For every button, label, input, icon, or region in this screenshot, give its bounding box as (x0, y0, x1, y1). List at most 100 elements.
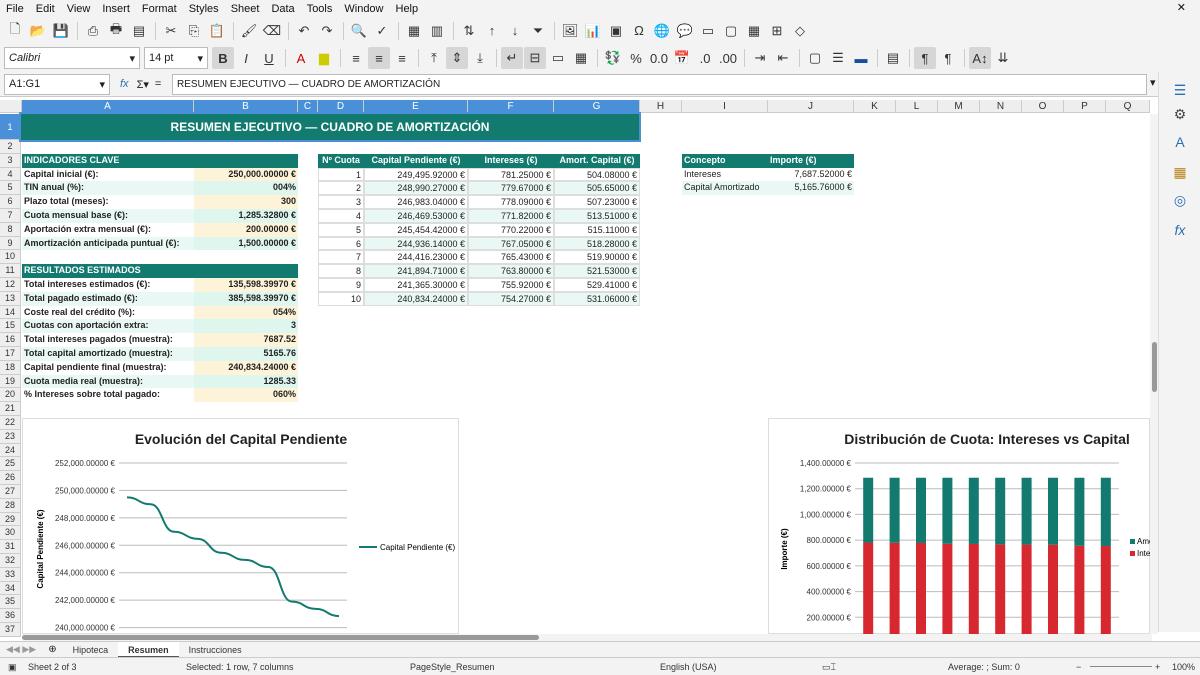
menu-view[interactable]: View (61, 3, 97, 15)
concepto-value[interactable]: 7,687.52000 € (768, 168, 854, 182)
sort-ascending-icon[interactable]: ↑ (481, 20, 503, 42)
save-icon[interactable]: 💾 (50, 20, 72, 42)
properties-icon[interactable]: ⚙ (1171, 106, 1189, 124)
resultado-value[interactable]: 054% (194, 305, 298, 320)
percent-format-icon[interactable]: % (625, 47, 647, 69)
bar-chart[interactable]: Distribución de Cuota: Intereses vs Capi… (768, 418, 1154, 649)
conceptos-column-header[interactable]: Importe (€) (768, 153, 854, 168)
row-header-33[interactable]: 33 (0, 567, 21, 582)
menu-edit[interactable]: Edit (30, 3, 61, 15)
print-preview-icon[interactable]: ▤ (128, 20, 150, 42)
currency-format-icon[interactable]: 💱 (602, 47, 624, 69)
indicador-label[interactable]: Amortización anticipada puntual (€): (22, 236, 194, 251)
row-header-28[interactable]: 28 (0, 498, 21, 513)
cuotas-cell[interactable]: 755.92000 € (468, 278, 554, 292)
row-header-36[interactable]: 36 (0, 609, 21, 623)
sort-icon[interactable]: ⇅ (458, 20, 480, 42)
styles-icon[interactable]: A (1171, 134, 1189, 152)
right-to-left-icon[interactable]: ¶ (937, 47, 959, 69)
resultado-value[interactable]: 240,834.24000 € (194, 360, 298, 375)
font-size-select[interactable]: 14 pt ▾ (144, 47, 208, 69)
row-header-14[interactable]: 14 (0, 305, 21, 320)
menu-tools[interactable]: Tools (301, 3, 339, 15)
close-icon[interactable]: ✕ (1171, 1, 1192, 14)
row-header-20[interactable]: 20 (0, 388, 21, 403)
row-header-35[interactable]: 35 (0, 595, 21, 610)
wrap-text-icon[interactable]: ↵ (501, 47, 523, 69)
row-header-15[interactable]: 15 (0, 319, 21, 334)
resultado-value[interactable]: 1285.33 (194, 374, 298, 389)
resultado-value[interactable]: 7687.52 (194, 333, 298, 347)
row-header-11[interactable]: 11 (0, 264, 21, 278)
resultado-value[interactable]: 5165.76 (194, 347, 298, 361)
column-header-a[interactable]: A (22, 100, 194, 113)
conceptos-column-header[interactable]: Concepto (682, 153, 768, 168)
cuotas-cell[interactable]: 241,894.71000 € (364, 264, 468, 278)
cuotas-cell[interactable]: 765.43000 € (468, 250, 554, 265)
row-header-9[interactable]: 9 (0, 236, 21, 251)
indicador-value[interactable]: 300 (194, 195, 298, 209)
row-header-12[interactable]: 12 (0, 278, 21, 292)
cuotas-cell[interactable]: 513.51000 € (554, 209, 640, 223)
expand-formula-icon[interactable]: ▾ (1150, 76, 1156, 89)
open-icon[interactable]: 📂 (27, 20, 49, 42)
indicador-label[interactable]: Capital inicial (€): (22, 167, 194, 182)
cuotas-cell[interactable]: 781.25000 € (468, 167, 554, 182)
column-header-i[interactable]: I (682, 100, 768, 113)
row-header-19[interactable]: 19 (0, 374, 21, 389)
cuotas-cell[interactable]: 245,454.42000 € (364, 222, 468, 237)
delete-decimal-icon[interactable]: .00 (717, 47, 739, 69)
gallery-icon[interactable]: ▦ (1171, 164, 1189, 182)
row-header-10[interactable]: 10 (0, 250, 21, 265)
resultado-label[interactable]: Cuota media real (muestra): (22, 374, 194, 389)
new-icon[interactable]: 🗋 (4, 20, 26, 42)
resultado-label[interactable]: Total pagado estimado (€): (22, 291, 194, 306)
row-header-34[interactable]: 34 (0, 581, 21, 596)
print-icon[interactable]: 🖶 (105, 20, 127, 42)
menu-help[interactable]: Help (390, 3, 425, 15)
cuotas-cell[interactable]: 779.67000 € (468, 181, 554, 196)
indicador-value[interactable]: 1,285.32800 € (194, 209, 298, 223)
cuotas-cell[interactable]: 505.65000 € (554, 181, 640, 196)
column-header-m[interactable]: M (938, 100, 980, 113)
align-center-icon[interactable]: ≡ (368, 47, 390, 69)
insert-image-icon[interactable]: 🖼 (559, 20, 581, 42)
highlight-color-icon[interactable]: ▆ (313, 47, 335, 69)
increase-indent-icon[interactable]: ⇥ (749, 47, 771, 69)
menu-file[interactable]: File (0, 3, 30, 15)
cuotas-cell[interactable]: 529.41000 € (554, 278, 640, 292)
text-direction-icon[interactable]: A↕ (969, 47, 991, 69)
row-header-18[interactable]: 18 (0, 360, 21, 375)
title-band[interactable]: RESUMEN EJECUTIVO — CUADRO DE AMORTIZACI… (19, 112, 641, 142)
font-name-select[interactable]: Calibri ▾ (4, 47, 140, 69)
copy-icon[interactable]: ⎘ (183, 20, 205, 42)
column-header-o[interactable]: O (1022, 100, 1064, 113)
row-header-1[interactable]: 1 (0, 114, 21, 140)
zoom-level[interactable]: 100% (1172, 662, 1195, 672)
column-header-q[interactable]: Q (1106, 100, 1150, 113)
align-right-icon[interactable]: ≡ (391, 47, 413, 69)
align-bottom-icon[interactable]: ⤓ (469, 47, 491, 69)
align-left-icon[interactable]: ≡ (345, 47, 367, 69)
column-header-n[interactable]: N (980, 100, 1022, 113)
column-header-d[interactable]: D (318, 100, 364, 113)
spelling-icon[interactable]: ✓ (371, 20, 393, 42)
language[interactable]: English (USA) (660, 662, 717, 672)
date-format-icon[interactable]: 📅 (671, 47, 693, 69)
cut-icon[interactable]: ✂ (160, 20, 182, 42)
cuotas-cell[interactable]: 244,416.23000 € (364, 250, 468, 265)
indicador-value[interactable]: 250,000.00000 € (194, 167, 298, 182)
cuotas-cell[interactable]: 1 (318, 167, 364, 182)
cuotas-cell[interactable]: 515.11000 € (554, 222, 640, 237)
line-chart[interactable]: Evolución del Capital Pendiente 252,000.0… (22, 418, 459, 660)
clear-formatting-icon[interactable]: ⌫ (261, 20, 283, 42)
cuotas-cell[interactable]: 7 (318, 250, 364, 265)
column-header-l[interactable]: L (896, 100, 938, 113)
resultado-label[interactable]: Coste real del crédito (%): (22, 305, 194, 320)
special-character-icon[interactable]: Ω (628, 20, 650, 42)
show-draw-functions-icon[interactable]: ◇ (789, 20, 811, 42)
hyperlink-icon[interactable]: 🌐 (651, 20, 673, 42)
cuotas-cell[interactable]: 240,834.24000 € (364, 291, 468, 306)
row-header-16[interactable]: 16 (0, 333, 21, 347)
vertical-text-icon[interactable]: ⇊ (992, 47, 1014, 69)
